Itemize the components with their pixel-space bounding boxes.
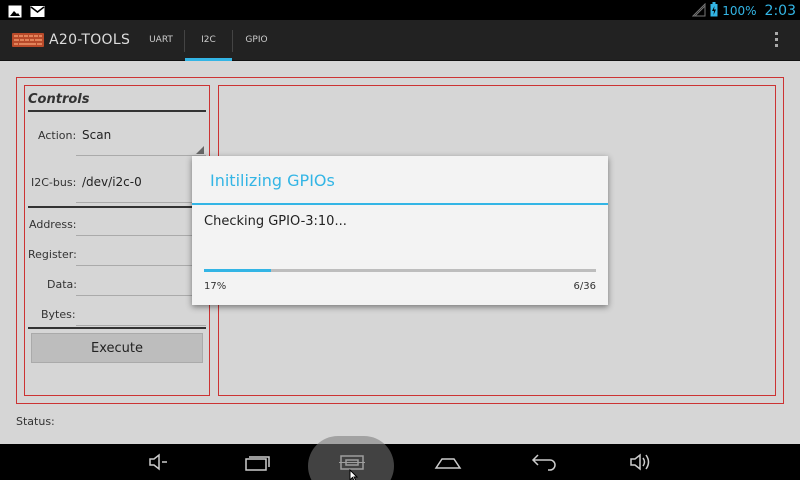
battery-charging-icon: [710, 2, 718, 20]
progress-fill: [204, 269, 271, 272]
i2c-bus-label: I2C-bus:: [31, 176, 77, 189]
controls-title: Controls: [28, 92, 90, 107]
app-title: A20-TOOLS: [49, 32, 131, 48]
volume-up-icon[interactable]: [628, 451, 652, 473]
volume-down-icon[interactable]: [147, 451, 171, 473]
progress-bar: [204, 269, 596, 272]
bytes-field[interactable]: [76, 325, 206, 326]
data-label: Data:: [47, 278, 77, 291]
status-label: Status:: [16, 415, 55, 428]
action-bar: A20-TOOLS UART I2C GPIO: [0, 20, 800, 61]
mouse-cursor-icon: [349, 467, 359, 480]
address-label: Address:: [29, 218, 77, 231]
clock: 2:03: [764, 3, 796, 19]
progress-count: 6/36: [573, 281, 596, 292]
status-bar: 100% 2:03: [0, 0, 800, 20]
navigation-bar: [0, 444, 800, 480]
home-icon[interactable]: [434, 451, 462, 473]
tab-gpio[interactable]: GPIO: [233, 20, 280, 61]
keyboard-logo-icon: [12, 32, 44, 51]
data-field[interactable]: [76, 295, 206, 296]
back-icon[interactable]: [530, 451, 558, 473]
register-field[interactable]: [76, 265, 206, 266]
field-underline: [76, 155, 206, 156]
spinner-arrow-icon: [196, 146, 204, 154]
dialog-message: Checking GPIO-3:10...: [204, 214, 347, 229]
progress-percent: 17%: [204, 281, 227, 292]
divider: [28, 110, 206, 112]
overflow-menu-icon[interactable]: [775, 32, 778, 50]
divider: [28, 327, 206, 329]
battery-percent: 100%: [722, 4, 757, 18]
dialog-divider: [192, 203, 608, 205]
field-underline: [76, 202, 206, 203]
action-value: Scan: [82, 128, 112, 142]
recent-apps-icon[interactable]: [244, 451, 272, 473]
execute-button[interactable]: Execute: [31, 333, 203, 363]
progress-dialog: Initilizing GPIOs Checking GPIO-3:10... …: [192, 156, 608, 305]
tab-uart[interactable]: UART: [139, 20, 183, 61]
no-signal-icon: [692, 2, 706, 20]
action-label: Action:: [38, 129, 77, 142]
divider: [28, 206, 206, 208]
register-label: Register:: [28, 248, 77, 261]
bytes-label: Bytes:: [41, 308, 76, 321]
i2c-bus-value[interactable]: /dev/i2c-0: [82, 175, 142, 189]
address-field[interactable]: [76, 235, 206, 236]
dialog-title: Initilizing GPIOs: [210, 171, 335, 190]
tab-i2c[interactable]: I2C: [185, 20, 232, 61]
